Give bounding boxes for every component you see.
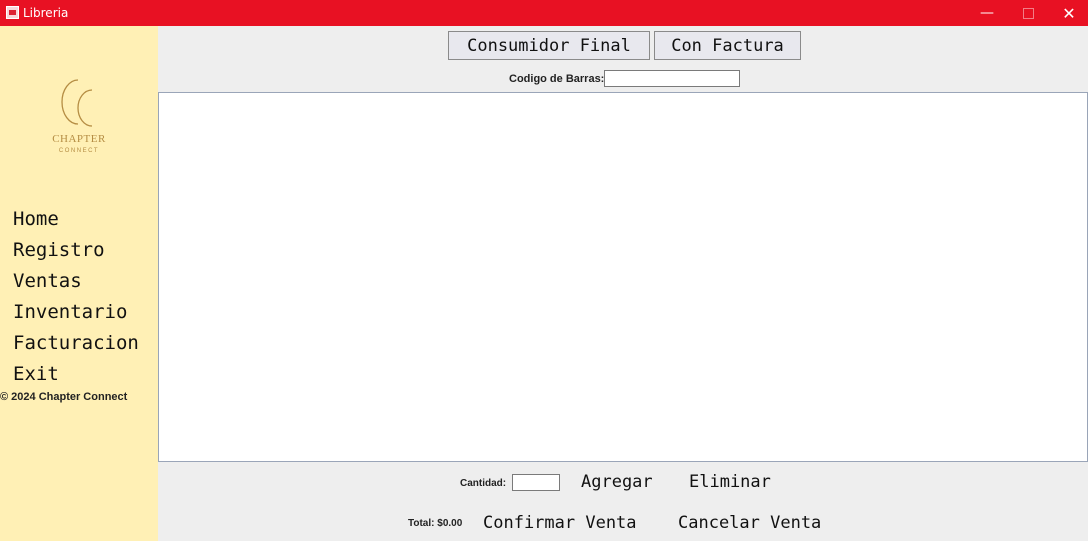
cancelar-venta-button[interactable]: Cancelar Venta — [678, 513, 821, 533]
consumidor-final-button[interactable]: Consumidor Final — [448, 31, 650, 60]
title-bar[interactable]: Libreria — ✕ — [0, 0, 1088, 26]
sidebar-item-ventas[interactable]: Ventas — [13, 270, 82, 292]
minimize-icon: — — [980, 5, 994, 21]
quantity-input[interactable] — [512, 474, 560, 491]
maximize-button[interactable] — [1007, 0, 1049, 26]
cc-monogram-icon — [61, 79, 93, 127]
confirmar-venta-button[interactable]: Confirmar Venta — [483, 513, 637, 533]
close-icon: ✕ — [1062, 3, 1076, 23]
sidebar-item-facturacion[interactable]: Facturacion — [13, 332, 139, 354]
eliminar-button[interactable]: Eliminar — [689, 472, 771, 492]
sidebar: CHAPTER CONNECT Home Registro Ventas Inv… — [0, 26, 158, 541]
barcode-label: Codigo de Barras: — [509, 73, 605, 85]
copyright-text: © 2024 Chapter Connect — [0, 391, 128, 403]
sale-items-table[interactable] — [158, 92, 1088, 462]
java-app-icon — [6, 6, 19, 19]
close-button[interactable]: ✕ — [1048, 0, 1088, 26]
logo-subname: CONNECT — [58, 148, 100, 154]
barcode-input[interactable] — [604, 70, 740, 87]
sidebar-item-exit[interactable]: Exit — [13, 363, 59, 385]
sidebar-item-home[interactable]: Home — [13, 208, 59, 230]
minimize-button[interactable]: — — [966, 0, 1008, 26]
total-label: Total: $0.00 — [408, 518, 463, 529]
maximize-icon — [1022, 7, 1034, 19]
con-factura-button[interactable]: Con Factura — [654, 31, 801, 60]
agregar-button[interactable]: Agregar — [581, 472, 653, 492]
window-title: Libreria — [23, 6, 69, 20]
sidebar-item-registro[interactable]: Registro — [13, 239, 105, 261]
sales-panel: Consumidor Final Con Factura Codigo de B… — [158, 26, 1088, 541]
quantity-label: Cantidad: — [460, 478, 507, 489]
logo-name: CHAPTER — [52, 133, 106, 145]
sidebar-item-inventario[interactable]: Inventario — [13, 301, 127, 323]
